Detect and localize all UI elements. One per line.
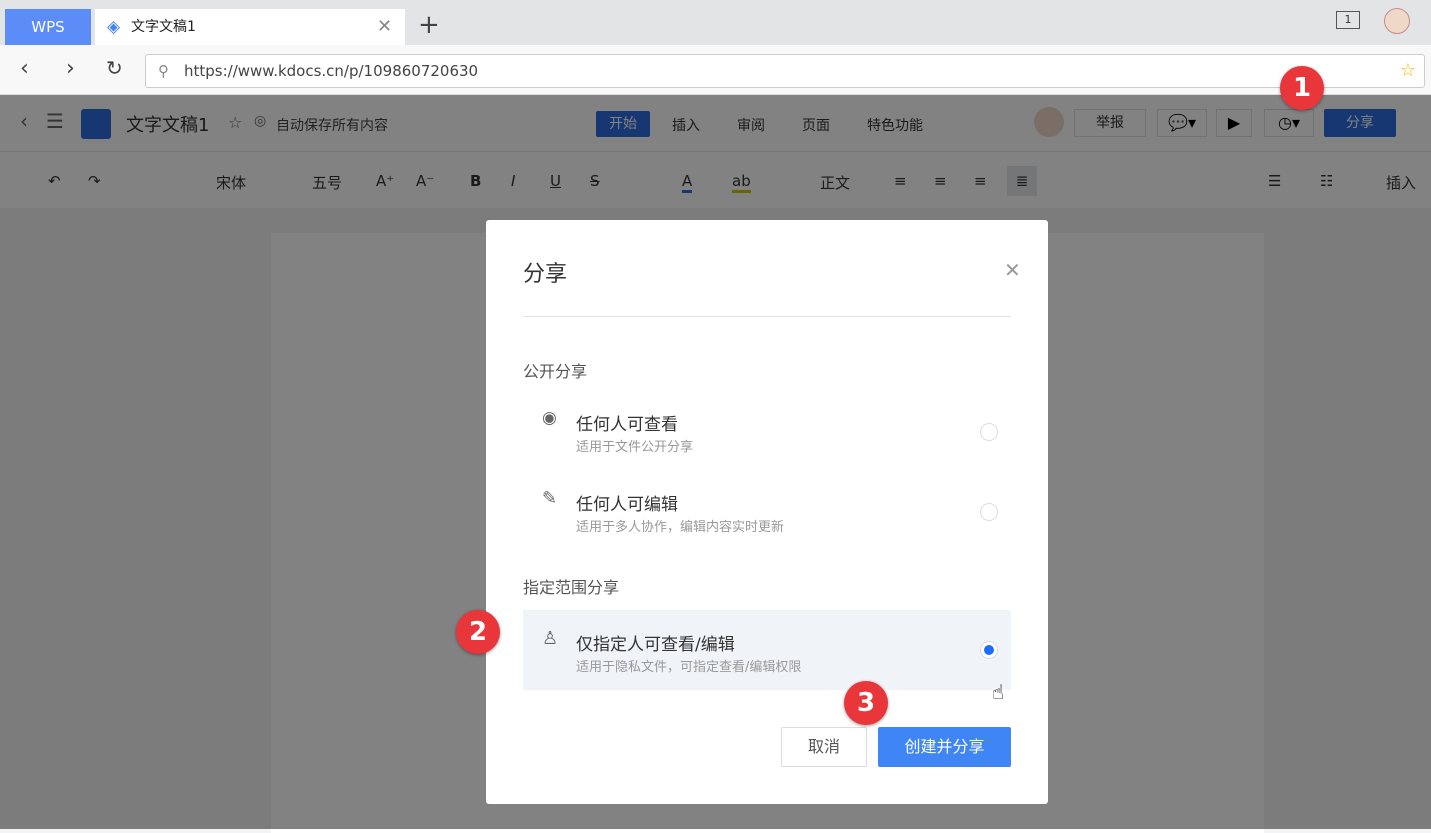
- radio-dot: [984, 645, 994, 655]
- tab-document[interactable]: ◈ 文字文稿1 ✕: [95, 9, 405, 45]
- option-desc: 适用于文件公开分享: [576, 440, 694, 455]
- cancel-button[interactable]: 取消: [781, 727, 867, 767]
- forward-icon[interactable]: ›: [66, 56, 75, 81]
- option-title: 仅指定人可查看/编辑: [576, 635, 735, 655]
- pencil-icon: ✎: [542, 488, 558, 509]
- url-input[interactable]: ⚲ https://www.kdocs.cn/p/109860720630 ☆: [145, 54, 1425, 88]
- back-icon[interactable]: ‹: [20, 56, 29, 81]
- url-text: https://www.kdocs.cn/p/109860720630: [184, 62, 479, 80]
- reload-icon[interactable]: ↻: [106, 56, 123, 80]
- option-title: 任何人可查看: [576, 415, 678, 435]
- close-tab-icon[interactable]: ✕: [377, 9, 392, 45]
- bookmark-star-icon[interactable]: ☆: [1400, 55, 1416, 87]
- share-dialog: 分享 ✕ 公开分享 ◉ 任何人可查看 适用于文件公开分享 ✎ 任何人可编辑 适用…: [486, 220, 1048, 804]
- close-icon[interactable]: ✕: [1004, 258, 1021, 282]
- user-avatar[interactable]: [1384, 8, 1410, 34]
- browser-tab-bar: WPS ◈ 文字文稿1 ✕ + 1: [0, 0, 1431, 45]
- new-tab-button[interactable]: +: [418, 10, 440, 40]
- option-desc: 适用于隐私文件，可指定查看/编辑权限: [576, 660, 802, 675]
- tab-counter[interactable]: 1: [1336, 11, 1360, 29]
- annotation-badge-1: 1: [1280, 66, 1324, 110]
- restricted-section-label: 指定范围分享: [523, 578, 620, 597]
- annotation-badge-2: 2: [456, 610, 500, 654]
- hand-cursor-icon: ☝: [992, 680, 1005, 704]
- option-desc: 适用于多人协作，编辑内容实时更新: [576, 520, 785, 535]
- radio-specified-people[interactable]: [980, 641, 998, 659]
- option-specified-people[interactable]: ♙ 仅指定人可查看/编辑 适用于隐私文件，可指定查看/编辑权限: [523, 610, 1011, 690]
- option-anyone-view[interactable]: ◉ 任何人可查看 适用于文件公开分享: [523, 398, 1011, 468]
- tab-wps[interactable]: WPS: [5, 9, 91, 45]
- public-section-label: 公开分享: [523, 362, 588, 381]
- create-and-share-button[interactable]: 创建并分享: [878, 727, 1011, 767]
- search-icon: ⚲: [158, 62, 169, 80]
- radio-anyone-view[interactable]: [980, 423, 998, 441]
- option-title: 任何人可编辑: [576, 495, 678, 515]
- user-check-icon: ♙: [542, 628, 559, 649]
- annotation-badge-3: 3: [844, 681, 888, 725]
- layers-icon: ◈: [107, 17, 121, 37]
- radio-anyone-edit[interactable]: [980, 503, 998, 521]
- eye-icon: ◉: [542, 408, 557, 428]
- dialog-title: 分享: [523, 262, 568, 287]
- option-anyone-edit[interactable]: ✎ 任何人可编辑 适用于多人协作，编辑内容实时更新: [523, 478, 1011, 548]
- tab-label: 文字文稿1: [131, 19, 196, 35]
- divider: [523, 316, 1011, 317]
